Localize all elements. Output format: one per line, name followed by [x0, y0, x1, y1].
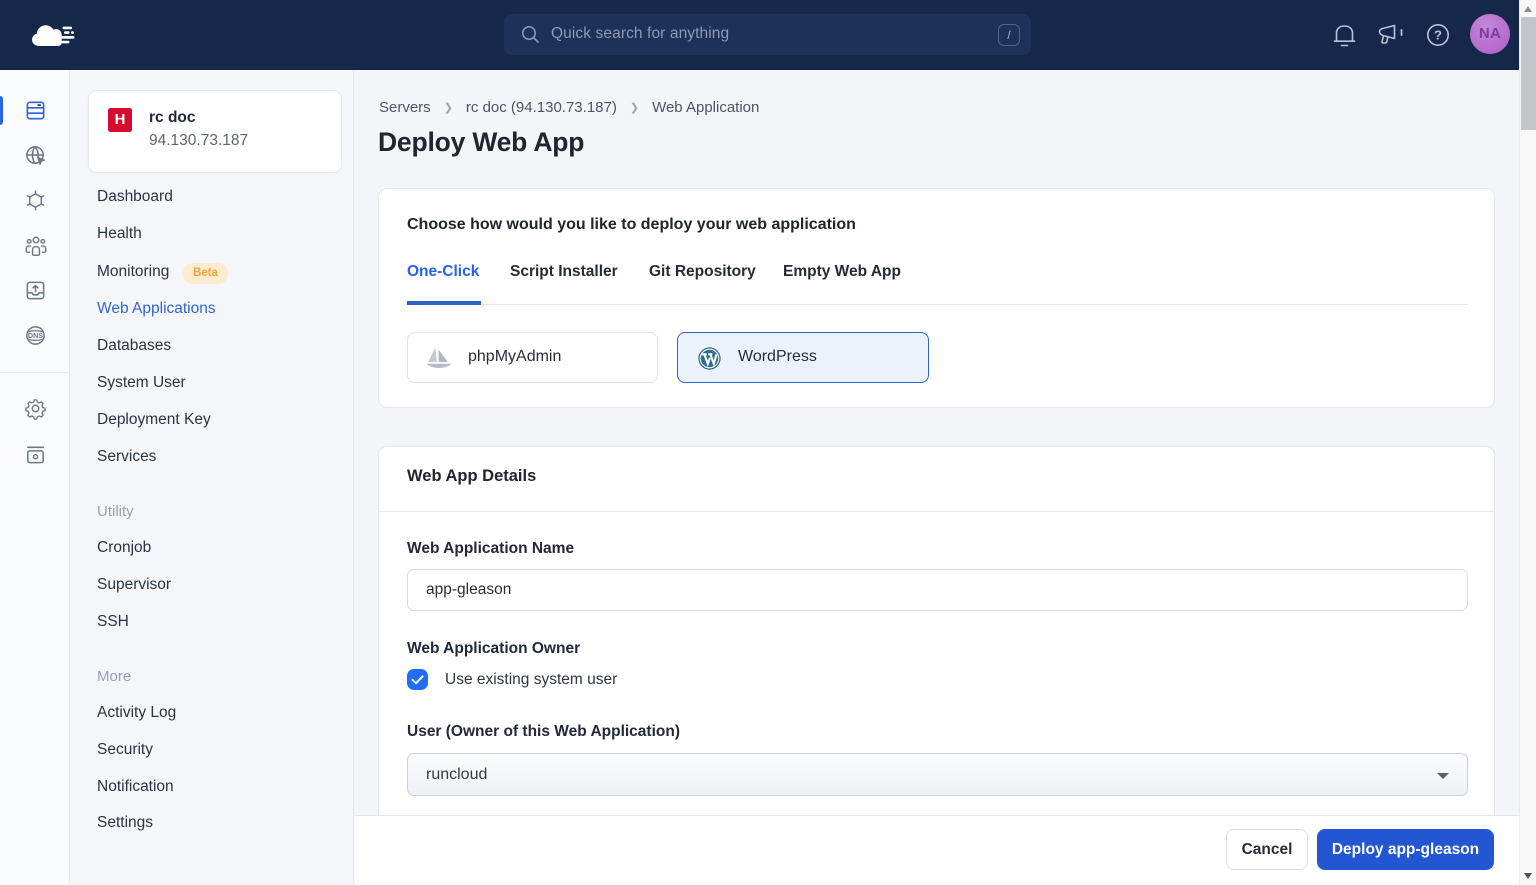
svg-text:?: ?	[1434, 28, 1442, 43]
svg-text:DNS: DNS	[28, 332, 43, 340]
